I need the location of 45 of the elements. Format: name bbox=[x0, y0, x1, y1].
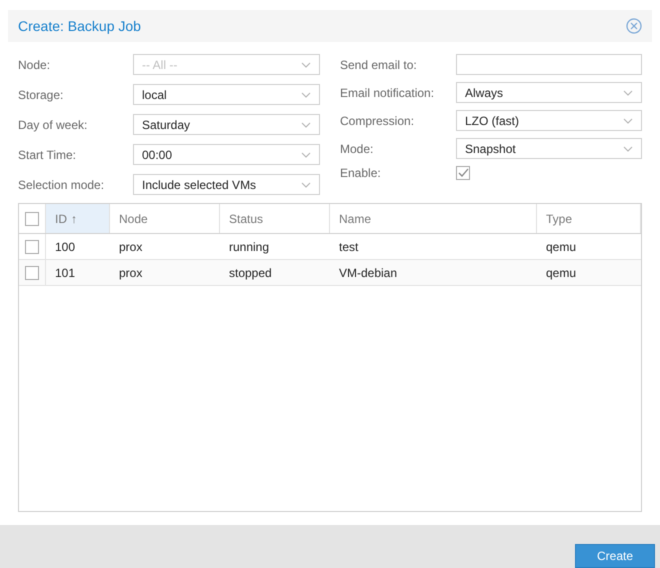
table-cell-text: 101 bbox=[55, 264, 76, 282]
table-cell-text: test bbox=[339, 238, 358, 256]
dropdown-field[interactable]: 00:00 bbox=[133, 144, 320, 165]
chevron-down-icon bbox=[623, 118, 633, 124]
field-label: Mode: bbox=[340, 142, 374, 156]
dropdown-field[interactable]: Always bbox=[456, 82, 642, 103]
chevron-down-icon bbox=[301, 182, 311, 188]
chevron-down-icon bbox=[301, 62, 311, 68]
dropdown-field[interactable]: local bbox=[133, 84, 320, 105]
table-cell-text: prox bbox=[119, 264, 142, 282]
field-label: Send email to: bbox=[340, 58, 418, 72]
field-label: Enable: bbox=[340, 166, 382, 180]
column-header[interactable]: ID ↑ bbox=[46, 204, 110, 233]
chevron-down-icon bbox=[623, 90, 633, 96]
table-cell-text: qemu bbox=[546, 238, 576, 256]
field-label: Start Time: bbox=[18, 148, 78, 162]
chevron-down-icon bbox=[301, 152, 311, 158]
field-label: Storage: bbox=[18, 88, 64, 102]
table-cell-text: running bbox=[229, 238, 270, 256]
table-cell-text: qemu bbox=[546, 264, 576, 282]
chevron-down-icon bbox=[301, 122, 311, 128]
table-cell-text: prox bbox=[119, 238, 142, 256]
table-cell-text: 100 bbox=[55, 238, 76, 256]
table-row[interactable]: 101 prox stopped VM-debian qemu bbox=[19, 260, 641, 286]
dropdown-field[interactable]: Include selected VMs bbox=[133, 174, 320, 195]
checkbox[interactable] bbox=[25, 266, 39, 280]
field-label: Node: bbox=[18, 58, 52, 72]
window-title: Create: Backup Job bbox=[18, 16, 141, 36]
field-label: Email notification: bbox=[340, 86, 436, 100]
input-field[interactable] bbox=[456, 54, 642, 75]
close-icon[interactable] bbox=[626, 18, 642, 34]
dropdown-field[interactable]: Saturday bbox=[133, 114, 320, 135]
field-label: Selection mode: bbox=[18, 178, 106, 192]
checkbox[interactable] bbox=[25, 240, 39, 254]
checkbox[interactable] bbox=[456, 166, 470, 180]
table-cell-text: stopped bbox=[229, 264, 272, 282]
table-cell-text: VM-debian bbox=[339, 264, 398, 282]
chevron-down-icon bbox=[623, 146, 633, 152]
dropdown-field[interactable]: LZO (fast) bbox=[456, 110, 642, 131]
table-row[interactable]: 100 prox running test qemu bbox=[19, 234, 641, 260]
dropdown-field[interactable]: Snapshot bbox=[456, 138, 642, 159]
checkbox[interactable] bbox=[25, 212, 39, 226]
chevron-down-icon bbox=[301, 92, 311, 98]
field-label: Compression: bbox=[340, 114, 416, 128]
field-label: Day of week: bbox=[18, 118, 88, 132]
